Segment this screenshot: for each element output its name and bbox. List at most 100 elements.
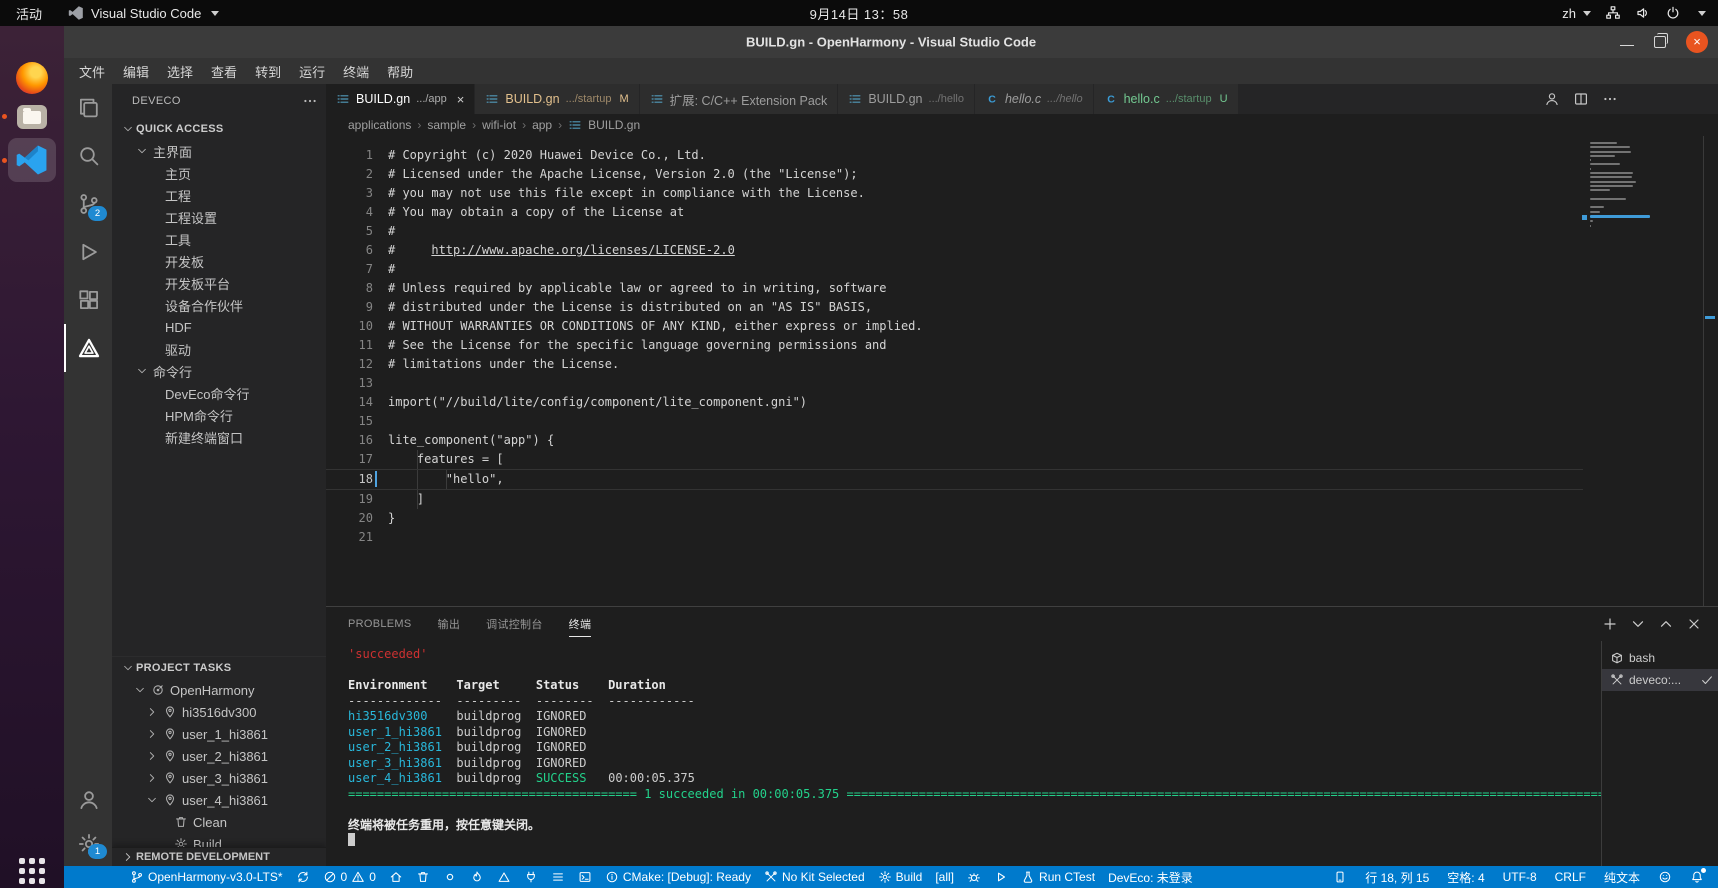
menu-item[interactable]: 编辑 bbox=[114, 62, 158, 81]
statusbar-sync[interactable] bbox=[296, 870, 310, 884]
tab[interactable]: Chello.c.../hello bbox=[975, 84, 1094, 114]
new-terminal-icon[interactable] bbox=[1602, 616, 1618, 632]
panel-tab[interactable]: 终端 bbox=[569, 612, 592, 637]
code-line[interactable]: 17 features = [ bbox=[326, 450, 1583, 469]
tree-item-env[interactable]: user_1_hi3861 bbox=[112, 723, 326, 745]
tree-item[interactable]: 主页 bbox=[112, 162, 326, 184]
panel-tab[interactable]: 调试控制台 bbox=[486, 612, 543, 636]
task-item-clean[interactable]: Clean bbox=[112, 811, 326, 833]
chevron-down-icon[interactable] bbox=[1698, 11, 1706, 16]
statusbar-eol[interactable]: CRLF bbox=[1555, 870, 1586, 884]
tree-item-env[interactable]: user_4_hi3861 bbox=[112, 789, 326, 811]
statusbar-kit-selector[interactable]: No Kit Selected bbox=[764, 870, 865, 884]
project-tasks-header[interactable]: PROJECT TASKS bbox=[112, 657, 326, 679]
terminal-list-item[interactable]: bash bbox=[1602, 647, 1718, 669]
code-line[interactable]: 7# bbox=[326, 260, 1583, 279]
tab[interactable]: BUILD.gn.../startupM bbox=[475, 84, 639, 114]
title-bar[interactable]: BUILD.gn - OpenHarmony - Visual Studio C… bbox=[64, 26, 1718, 58]
code-line[interactable]: 21 bbox=[326, 528, 1583, 547]
menu-item[interactable]: 文件 bbox=[70, 62, 114, 81]
tab[interactable]: 扩展: C/C++ Extension Pack bbox=[640, 84, 839, 114]
statusbar-git-branch[interactable]: OpenHarmony-v3.0-LTS* bbox=[130, 870, 283, 884]
activities-button[interactable]: 活动 bbox=[0, 4, 58, 23]
tree-item[interactable]: 开发板平台 bbox=[112, 272, 326, 294]
statusbar-triangle[interactable] bbox=[497, 870, 511, 884]
activity-search[interactable] bbox=[64, 132, 112, 180]
statusbar-language-mode[interactable]: 纯文本 bbox=[1604, 869, 1640, 886]
activity-explorer[interactable] bbox=[64, 84, 112, 132]
editor[interactable]: 1# Copyright (c) 2020 Huawei Device Co.,… bbox=[326, 136, 1718, 606]
statusbar-problems[interactable]: 00 bbox=[323, 870, 376, 884]
input-method-indicator[interactable]: zh bbox=[1562, 6, 1591, 21]
statusbar-terminal[interactable] bbox=[578, 870, 592, 884]
tree-item[interactable]: HPM命令行 bbox=[112, 404, 326, 426]
activity-source-control[interactable]: 2 bbox=[64, 180, 112, 228]
tree-item[interactable]: DevEco命令行 bbox=[112, 382, 326, 404]
power-icon[interactable] bbox=[1665, 5, 1681, 21]
panel-tab[interactable]: 输出 bbox=[438, 612, 461, 636]
dock-files[interactable] bbox=[17, 105, 47, 129]
statusbar-encoding[interactable]: UTF-8 bbox=[1503, 870, 1537, 884]
statusbar-cmake-status[interactable]: CMake: [Debug]: Ready bbox=[605, 870, 751, 884]
activity-run-and-debug[interactable] bbox=[64, 228, 112, 276]
dock-vscode[interactable] bbox=[8, 138, 56, 182]
breadcrumb-item[interactable]: app bbox=[532, 118, 552, 132]
activity-deveco[interactable] bbox=[64, 324, 112, 372]
close-button[interactable]: × bbox=[1686, 31, 1708, 53]
code-line[interactable]: 9# distributed under the License is dist… bbox=[326, 298, 1583, 317]
network-icon[interactable] bbox=[1605, 5, 1621, 21]
code-line[interactable]: 13 bbox=[326, 374, 1583, 393]
tree-item[interactable]: HDF bbox=[112, 316, 326, 338]
tree-root-openharmony[interactable]: OpenHarmony bbox=[112, 679, 326, 701]
restore-button[interactable] bbox=[1654, 36, 1666, 48]
code-line[interactable]: 20} bbox=[326, 509, 1583, 528]
code-line[interactable]: 6# http://www.apache.org/licenses/LICENS… bbox=[326, 241, 1583, 260]
breadcrumb-item[interactable]: applications bbox=[348, 118, 411, 132]
menu-item[interactable]: 帮助 bbox=[378, 62, 422, 81]
code-line[interactable]: 11# See the License for the specific lan… bbox=[326, 336, 1583, 355]
tree-item[interactable]: 开发板 bbox=[112, 250, 326, 272]
minimize-button[interactable] bbox=[1620, 45, 1634, 46]
menu-item[interactable]: 转到 bbox=[246, 62, 290, 81]
maximize-panel-icon[interactable] bbox=[1658, 616, 1674, 632]
tree-group[interactable]: 主界面 bbox=[112, 140, 326, 162]
clock[interactable]: 9月14日 13：58 bbox=[810, 4, 909, 23]
statusbar-list[interactable] bbox=[551, 870, 565, 884]
tree-item[interactable]: 设备合作伙伴 bbox=[112, 294, 326, 316]
license-link[interactable]: http://www.apache.org/licenses/LICENSE-2… bbox=[431, 243, 734, 257]
code-line[interactable]: 8# Unless required by applicable law or … bbox=[326, 279, 1583, 298]
breadcrumb-item[interactable]: BUILD.gn bbox=[588, 118, 640, 132]
statusbar-feedback[interactable] bbox=[1658, 870, 1672, 884]
menu-item[interactable]: 终端 bbox=[334, 62, 378, 81]
minimap[interactable] bbox=[1590, 142, 1650, 233]
code-line[interactable]: 19 ] bbox=[326, 490, 1583, 509]
tree-item-env[interactable]: hi3516dv300 bbox=[112, 701, 326, 723]
more-actions-icon[interactable] bbox=[1602, 91, 1618, 107]
tree-item[interactable]: 驱动 bbox=[112, 338, 326, 360]
accounts-icon[interactable] bbox=[1544, 91, 1560, 107]
menu-item[interactable]: 查看 bbox=[202, 62, 246, 81]
code-line[interactable]: 3# you may not use this file except in c… bbox=[326, 184, 1583, 203]
dock-firefox[interactable] bbox=[16, 62, 48, 94]
tree-item[interactable]: 工具 bbox=[112, 228, 326, 250]
statusbar-build[interactable]: Build bbox=[878, 870, 923, 884]
volume-icon[interactable] bbox=[1635, 5, 1651, 21]
more-actions-icon[interactable] bbox=[302, 93, 318, 109]
code-line[interactable]: 16lite_component("app") { bbox=[326, 431, 1583, 450]
statusbar-deveco-login[interactable]: DevEco: 未登录 bbox=[1108, 869, 1193, 886]
remote-development-header[interactable]: REMOTE DEVELOPMENT bbox=[112, 847, 326, 866]
statusbar-clean[interactable] bbox=[416, 870, 430, 884]
close-panel-icon[interactable] bbox=[1686, 616, 1702, 632]
tree-item[interactable]: 新建终端窗口 bbox=[112, 426, 326, 448]
activity-manage[interactable]: 1 bbox=[64, 822, 112, 866]
statusbar-debug[interactable] bbox=[967, 870, 981, 884]
breadcrumb-item[interactable]: wifi-iot bbox=[482, 118, 516, 132]
tab[interactable]: BUILD.gn.../hello bbox=[838, 84, 975, 114]
statusbar-plug[interactable] bbox=[524, 870, 538, 884]
tree-group[interactable]: 命令行 bbox=[112, 360, 326, 382]
code-line[interactable]: 10# WITHOUT WARRANTIES OR CONDITIONS OF … bbox=[326, 317, 1583, 336]
show-applications-button[interactable] bbox=[19, 858, 45, 884]
quick-access-header[interactable]: QUICK ACCESS bbox=[112, 118, 326, 140]
statusbar-run-ctest[interactable]: Run CTest bbox=[1021, 870, 1095, 884]
breadcrumb-item[interactable]: sample bbox=[427, 118, 466, 132]
